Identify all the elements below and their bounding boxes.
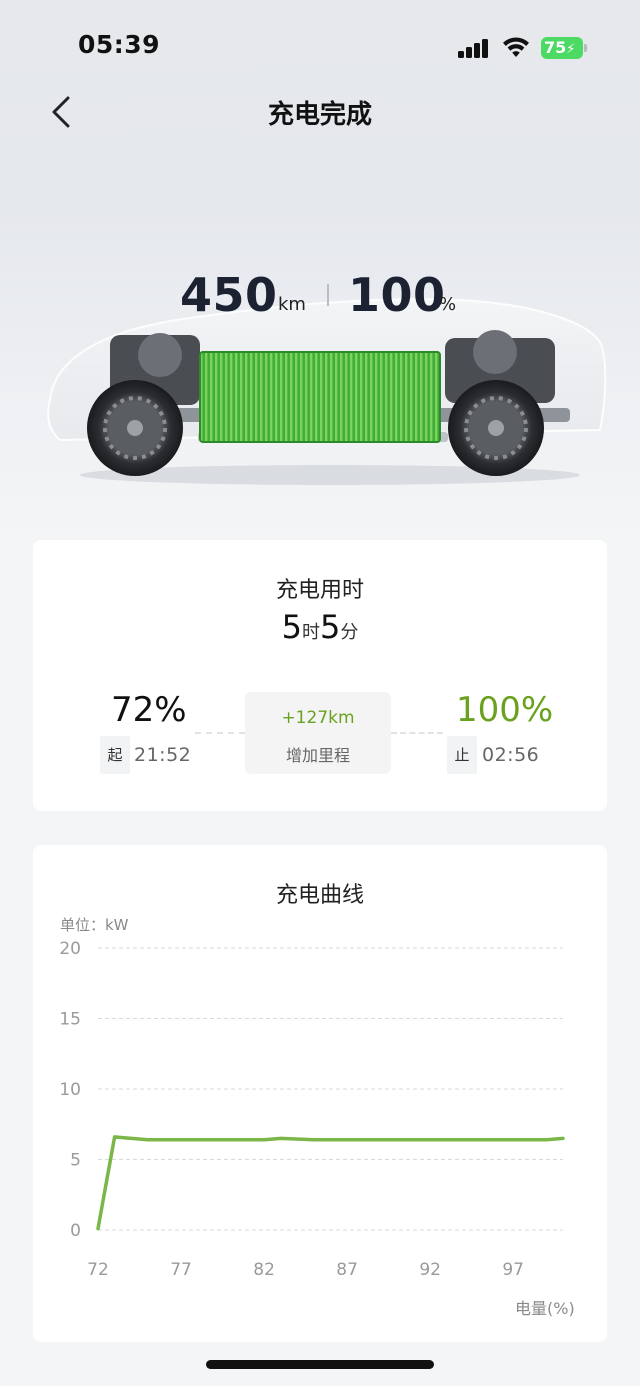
x-tick-label: 72 [87, 1260, 109, 1280]
x-tick-label: 92 [419, 1260, 441, 1280]
y-tick-label: 20 [59, 939, 81, 959]
x-tick-label: 97 [502, 1260, 524, 1280]
battery-tip [584, 44, 587, 52]
charge-duration: 5时5分 [33, 608, 607, 646]
status-bar: 05:39 75⚡ [0, 0, 640, 96]
start-percent: 72% [111, 690, 187, 730]
progress-dash-right [391, 732, 443, 734]
duration-minutes-unit: 分 [340, 622, 359, 643]
chart-x-axis-label: 电量(%) [515, 1299, 575, 1318]
x-tick-label: 77 [170, 1260, 192, 1280]
added-range-label: 增加里程 [285, 746, 350, 765]
x-tick-label: 87 [336, 1260, 358, 1280]
range-soc-unit: % [439, 294, 457, 315]
wifi-icon [503, 37, 529, 57]
start-tag: 起 [100, 736, 130, 774]
cellular-signal-icon [458, 38, 490, 58]
range-divider [327, 284, 329, 306]
duration-hours-unit: 时 [302, 622, 320, 643]
charge-duration-card: 充电用时 5时5分 72% 起 21:52 +127km 增加里程 100% 止… [33, 540, 607, 811]
range-distance-unit: km [278, 294, 306, 315]
battery-level: 75 [544, 38, 567, 57]
duration-minutes: 5 [320, 608, 341, 646]
start-time: 21:52 [134, 744, 192, 766]
range-distance: 450 [180, 268, 278, 322]
y-tick-label: 5 [70, 1151, 81, 1171]
series-line-0 [96, 1135, 565, 1231]
end-tag: 止 [447, 736, 477, 774]
x-tick-label: 82 [253, 1260, 275, 1280]
progress-dash-left [195, 732, 245, 734]
end-percent: 100% [456, 690, 554, 730]
page-title: 充电完成 [267, 100, 372, 130]
y-tick-label: 0 [70, 1221, 81, 1241]
battery-icon: 75⚡ [541, 37, 583, 59]
y-tick-label: 15 [59, 1010, 81, 1030]
home-indicator [206, 1360, 434, 1369]
added-range-value: +127km [281, 708, 355, 728]
range-summary: 450 km 100 % [0, 268, 640, 328]
range-soc: 100 [348, 268, 446, 322]
charge-curve-chart: 0 5 10 15 20 72 77 82 87 92 97 [59, 939, 565, 1280]
duration-hours: 5 [281, 608, 302, 646]
charge-curve-card: 充电曲线 单位：kW 0 5 10 15 20 72 77 82 87 92 97 电量(%) [33, 845, 607, 1342]
added-range-box: +127km 增加里程 [245, 692, 391, 774]
end-time: 02:56 [482, 744, 540, 766]
y-tick-label: 10 [59, 1080, 81, 1100]
charge-duration-title: 充电用时 [275, 578, 364, 603]
status-time: 05:39 [78, 30, 161, 59]
